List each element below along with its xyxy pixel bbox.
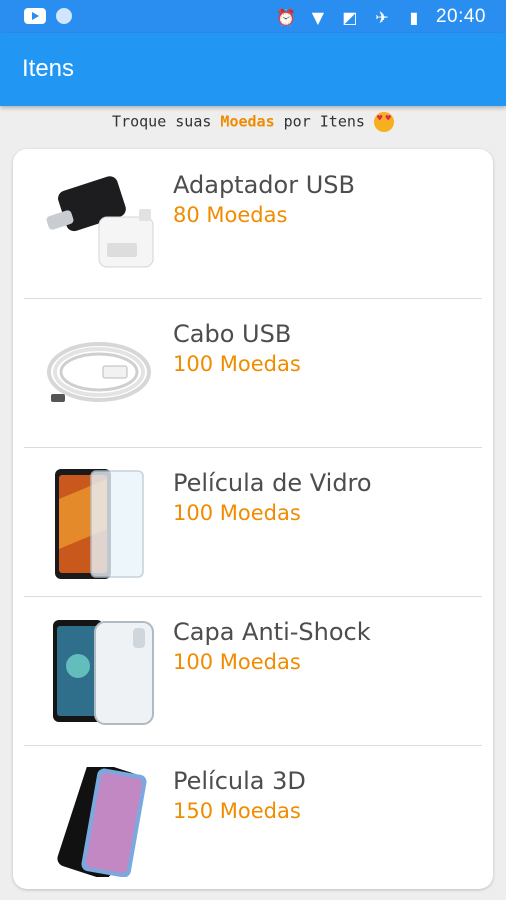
anti-shock-case-image: [53, 620, 154, 725]
item-name: Capa Anti-Shock: [173, 618, 371, 646]
items-list: Adaptador USB 80 Moedas Cabo USB 100 Moe…: [13, 149, 493, 889]
item-name: Cabo USB: [173, 320, 292, 348]
status-bar: ⏰ ▼ ◩ ✈ ▮ 20:40: [0, 0, 506, 33]
no-sim-icon: ◩: [342, 7, 358, 27]
subtitle-accent: Moedas: [220, 112, 275, 131]
list-item[interactable]: Película de Vidro 100 Moedas: [13, 447, 493, 596]
heart-eyes-emoji-icon: [373, 112, 394, 132]
subtitle: Troque suas Moedas por Itens: [0, 112, 506, 132]
subtitle-before: Troque suas: [112, 112, 221, 131]
dot-icon: [56, 8, 72, 24]
item-price: 150 Moedas: [173, 799, 301, 823]
usb-cable-image: [47, 342, 151, 402]
item-price: 80 Moedas: [173, 203, 288, 227]
page-title: Itens: [22, 55, 75, 82]
clock: 20:40: [435, 6, 486, 27]
list-item[interactable]: Cabo USB 100 Moedas: [13, 298, 493, 447]
item-name: Adaptador USB: [173, 171, 355, 199]
item-price: 100 Moedas: [173, 650, 301, 674]
alarm-icon: ⏰: [275, 7, 296, 27]
app-bar: Itens: [0, 33, 506, 106]
item-price: 100 Moedas: [173, 501, 301, 525]
usb-adapter-image: [46, 176, 154, 268]
wifi-icon: ▼: [311, 7, 325, 27]
airplane-icon: ✈: [375, 7, 389, 27]
subtitle-after: por Itens: [274, 112, 365, 131]
battery-icon: ▮: [409, 7, 419, 27]
item-name: Película 3D: [173, 767, 306, 795]
list-item[interactable]: Adaptador USB 80 Moedas: [13, 149, 493, 298]
film-3d-image: [57, 767, 147, 877]
item-price: 100 Moedas: [173, 352, 301, 376]
item-name: Película de Vidro: [173, 469, 372, 497]
glass-film-image: [55, 469, 144, 579]
youtube-icon: [24, 8, 46, 24]
list-item[interactable]: Capa Anti-Shock 100 Moedas: [13, 596, 493, 745]
list-item[interactable]: Película 3D 150 Moedas: [13, 745, 493, 889]
